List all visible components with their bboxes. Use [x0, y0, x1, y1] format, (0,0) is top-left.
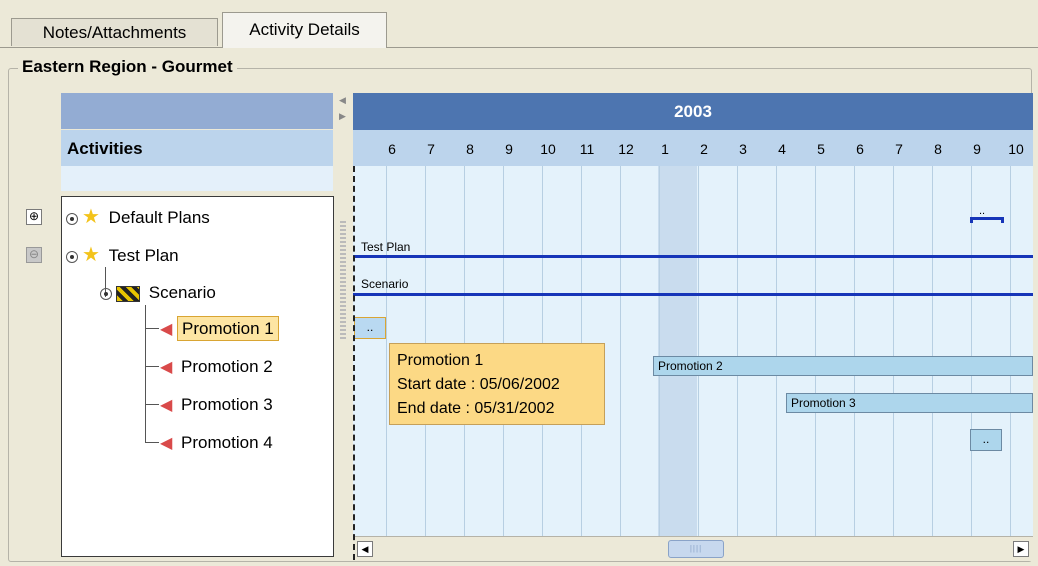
tooltip-start-date: Start date : 05/06/2002 — [397, 376, 560, 393]
megaphone-icon: ◀ — [160, 435, 173, 452]
activity-tree[interactable]: ★ Default Plans ★ Test Plan Scenario ◀ P… — [61, 196, 334, 557]
tooltip-end-date: End date : 05/31/2002 — [397, 400, 555, 417]
promotion-tooltip: Promotion 1 Start date : 05/06/2002 End … — [389, 343, 605, 425]
tree-node-test-plan[interactable]: ★ Test Plan — [66, 240, 183, 270]
test-plan-bar-label: Test Plan — [361, 240, 411, 254]
month-label: 6 — [388, 141, 396, 157]
tree-node-promotion-4[interactable]: ◀ Promotion 4 — [160, 428, 277, 458]
splitter-grip[interactable] — [340, 221, 346, 341]
grid-column-line — [932, 166, 933, 536]
tree-node-promotion-3[interactable]: ◀ Promotion 3 — [160, 390, 277, 420]
tree-node-label: Promotion 4 — [181, 433, 273, 452]
tree-node-label: Default Plans — [108, 208, 210, 227]
tree-node-promotion-1[interactable]: ◀ Promotion 1 — [160, 314, 279, 344]
group-title: Eastern Region - Gourmet — [18, 57, 237, 77]
tooltip-title: Promotion 1 — [397, 352, 484, 369]
tree-node-promotion-2[interactable]: ◀ Promotion 2 — [160, 352, 277, 382]
month-label: 8 — [466, 141, 474, 157]
grid-column-line — [659, 166, 660, 536]
month-label: 9 — [505, 141, 513, 157]
default-plans-summary-bar[interactable] — [970, 217, 1004, 223]
collapse-right-icon[interactable]: ▶ — [339, 111, 346, 122]
tree-node-label: Promotion 2 — [181, 357, 273, 376]
tab-notes-attachments[interactable]: Notes/Attachments — [11, 18, 218, 46]
pane-splitter[interactable]: ◀ ▶ — [335, 93, 351, 561]
tree-node-label: Promotion 3 — [181, 395, 273, 414]
month-label: 5 — [817, 141, 825, 157]
tree-node-label: Scenario — [148, 283, 216, 302]
grid-column-line — [698, 166, 699, 536]
scroll-thumb[interactable]: |||| — [668, 540, 724, 558]
tab-label: Activity Details — [249, 20, 360, 39]
month-label: 9 — [973, 141, 981, 157]
tab-divider — [0, 47, 1038, 48]
tree-node-label: Promotion 1 — [177, 316, 279, 341]
month-label: 12 — [618, 141, 634, 157]
expander-icon[interactable] — [66, 212, 78, 225]
grid-column-line — [854, 166, 855, 536]
megaphone-icon: ◀ — [160, 321, 173, 338]
tab-bar: Notes/Attachments Activity Details — [0, 0, 1038, 48]
today-marker-line — [353, 166, 355, 560]
zoom-out-icon[interactable]: ⊖ — [26, 247, 42, 263]
test-plan-bar[interactable] — [353, 255, 1033, 258]
tab-label: Notes/Attachments — [42, 23, 187, 42]
grid-column-line — [620, 166, 621, 536]
month-label: 2 — [700, 141, 708, 157]
month-label: 11 — [579, 141, 595, 157]
expander-icon[interactable] — [66, 250, 78, 263]
promotion-4-bar[interactable]: .. — [970, 429, 1002, 451]
month-label: 8 — [934, 141, 942, 157]
month-label: 10 — [1008, 141, 1024, 157]
tree-connector — [145, 404, 159, 405]
megaphone-icon: ◀ — [160, 397, 173, 414]
month-label: 1 — [661, 141, 669, 157]
grid-column-line — [1010, 166, 1011, 536]
tree-node-scenario[interactable]: Scenario — [100, 278, 220, 308]
tab-activity-details[interactable]: Activity Details — [222, 12, 387, 48]
expander-icon[interactable] — [100, 287, 112, 300]
promotion-2-bar[interactable]: Promotion 2 — [653, 356, 1033, 376]
gantt-chart[interactable]: 2003 6 7 8 9 10 11 12 1 2 3 4 5 6 7 8 9 10 .. Test Plan … — [353, 93, 1033, 561]
star-icon: ★ — [82, 244, 100, 266]
scroll-left-icon[interactable]: ◀ — [357, 541, 373, 557]
month-label: 6 — [856, 141, 864, 157]
month-label: 7 — [895, 141, 903, 157]
tree-connector — [145, 366, 159, 367]
tree-node-label: Test Plan — [108, 246, 179, 265]
month-label: 4 — [778, 141, 786, 157]
activities-header-band — [61, 93, 333, 129]
collapse-left-icon[interactable]: ◀ — [339, 95, 346, 106]
megaphone-icon: ◀ — [160, 359, 173, 376]
month-label: 7 — [427, 141, 435, 157]
star-icon: ★ — [82, 206, 100, 228]
activities-header: Activities — [61, 130, 333, 166]
default-plans-summary-label: .. — [979, 205, 986, 217]
month-label: 10 — [540, 141, 556, 157]
grid-column-line — [776, 166, 777, 536]
year-label: 2003 — [674, 102, 712, 121]
grid-column-line — [386, 166, 387, 536]
scenario-bar-label: Scenario — [361, 277, 409, 291]
current-period-highlight — [658, 166, 697, 536]
grid-column-line — [815, 166, 816, 536]
month-label: 3 — [739, 141, 747, 157]
grid-column-line — [737, 166, 738, 536]
tree-connector — [145, 328, 159, 329]
grid-column-line — [893, 166, 894, 536]
promotion-3-bar[interactable]: Promotion 3 — [786, 393, 1033, 413]
scroll-right-icon[interactable]: ▶ — [1013, 541, 1029, 557]
tree-node-default-plans[interactable]: ★ Default Plans — [66, 202, 214, 232]
zoom-in-icon[interactable]: ⊕ — [26, 209, 42, 225]
activities-header-spacer — [61, 166, 333, 191]
tree-connector — [145, 442, 159, 443]
scenario-bar[interactable] — [353, 293, 1033, 296]
gantt-horizontal-scrollbar[interactable]: ◀ |||| ▶ — [353, 536, 1033, 561]
clapperboard-icon — [116, 285, 140, 302]
promotion-1-bar[interactable]: .. — [354, 317, 386, 339]
tree-connector — [145, 305, 146, 442]
